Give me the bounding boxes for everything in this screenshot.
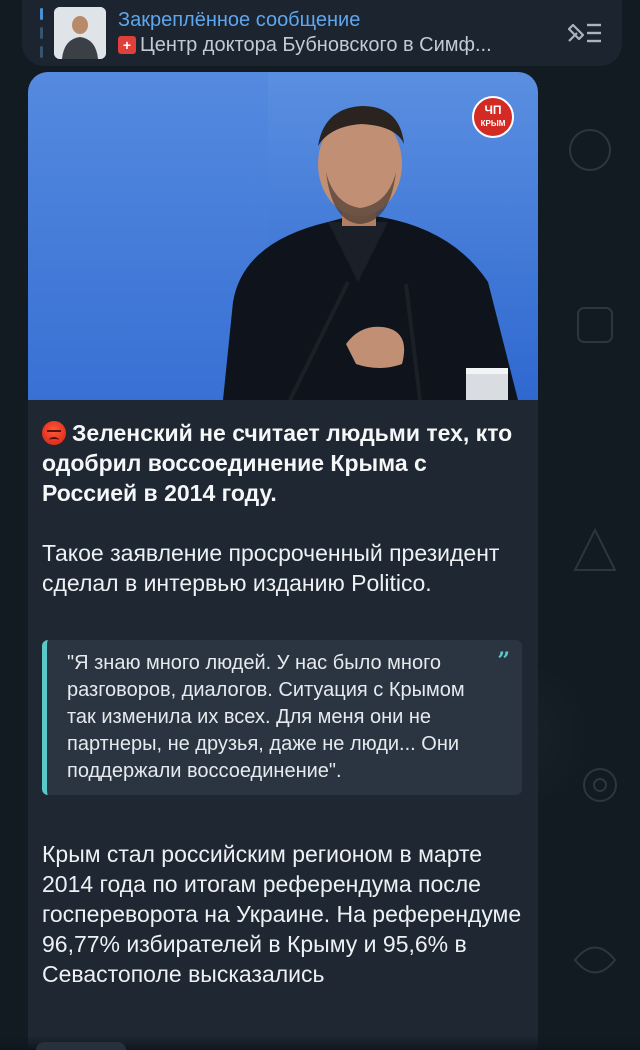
scroll-down-button[interactable] — [36, 1042, 126, 1050]
channel-logo-line2: КРЫМ — [480, 119, 506, 128]
pinned-position-indicator — [40, 8, 44, 58]
red-cross-icon — [118, 36, 136, 54]
angry-face-icon — [42, 421, 66, 445]
doodle-icon — [583, 768, 617, 802]
message-headline: Зеленский не считает людьми тех, кто одо… — [42, 418, 524, 508]
pinned-text: Закреплённое сообщение Центр доктора Буб… — [118, 8, 562, 58]
channel-logo: ЧП КРЫМ — [472, 96, 514, 138]
headline-text: Зеленский не считает людьми тех, кто одо… — [42, 420, 513, 506]
indicator-segment-active — [40, 8, 43, 20]
doodle-icon — [573, 946, 617, 974]
message-paragraph-2: Крым стал российским регионом в марте 20… — [42, 841, 522, 987]
pinned-message-bar[interactable]: Закреплённое сообщение Центр доктора Буб… — [22, 0, 622, 66]
pinned-subtitle: Центр доктора Бубновского в Симф... — [118, 32, 562, 58]
channel-logo-line1: ЧП — [484, 103, 502, 117]
pinned-title: Закреплённое сообщение — [118, 9, 361, 31]
indicator-segment — [40, 27, 43, 39]
message-text: Зеленский не считает людьми тех, кто одо… — [28, 400, 538, 989]
message-bubble[interactable]: ЧП КРЫМ Зеленский не считает людьми тех,… — [28, 72, 538, 1050]
message-paragraph-1: Такое заявление просроченный президент с… — [42, 540, 500, 596]
pinned-list-button[interactable] — [562, 11, 606, 55]
doodle-icon — [577, 307, 613, 343]
photo-illustration — [28, 72, 538, 400]
quote-mark-icon: ” — [497, 648, 510, 674]
doodle-icon — [573, 527, 617, 571]
message-quote: "Я знаю много людей. У нас было много ра… — [42, 640, 522, 795]
doodle-icon — [569, 129, 611, 171]
indicator-segment — [40, 46, 43, 58]
pinned-subtitle-text: Центр доктора Бубновского в Симф... — [140, 34, 492, 56]
pinned-list-icon — [567, 23, 601, 43]
message-photo[interactable]: ЧП КРЫМ — [28, 72, 538, 400]
quote-text: "Я знаю много людей. У нас было много ра… — [67, 652, 465, 782]
pinned-thumbnail — [54, 7, 106, 59]
pinned-thumbnail-image — [54, 7, 106, 59]
